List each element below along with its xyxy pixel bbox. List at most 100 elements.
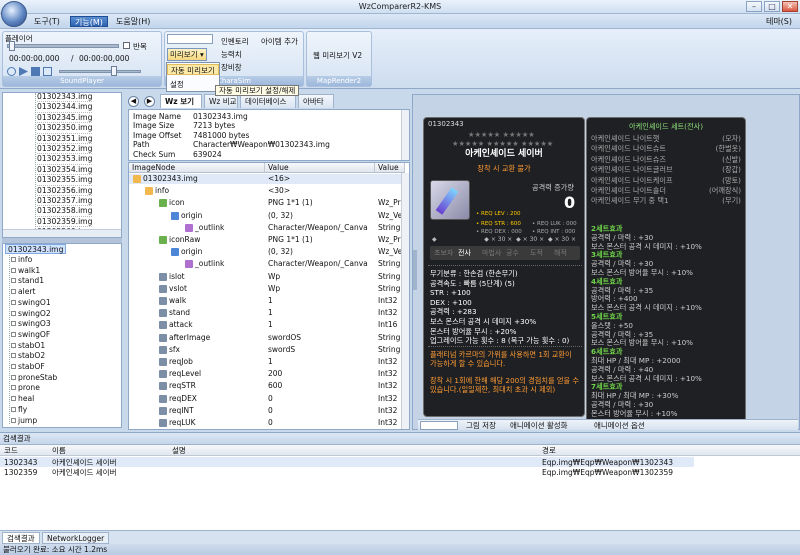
file-list-item[interactable]: 01302355.img: [37, 174, 93, 184]
file-list-item[interactable]: 01302359.img: [37, 215, 93, 226]
file-list-item[interactable]: 01302352.img: [37, 143, 93, 153]
preview-splitter[interactable]: [413, 250, 417, 290]
grid-name[interactable]: vslot: [169, 284, 265, 294]
expand-icon[interactable]: [11, 417, 16, 423]
grid-name[interactable]: sfx: [169, 345, 265, 355]
expand-icon[interactable]: [11, 299, 16, 305]
expand-icon[interactable]: [11, 364, 16, 369]
tab-0[interactable]: Wz 보기: [160, 94, 202, 108]
preview-button[interactable]: 미리보기 ▾: [167, 48, 207, 61]
menu-help[interactable]: 도움말(H): [112, 16, 154, 27]
tree-root[interactable]: 01302343.img: [5, 244, 67, 254]
grid-name[interactable]: iconRaw: [169, 235, 265, 245]
tab-3[interactable]: 아바타: [298, 94, 334, 108]
anim-options-button[interactable]: 애니메이션 옵션: [594, 420, 645, 431]
results-col-3[interactable]: 경로: [542, 446, 556, 456]
file-list-item[interactable]: 01302350.img: [37, 122, 93, 132]
results-cell[interactable]: 1302343: [4, 458, 37, 468]
back-icon[interactable]: ◀: [128, 96, 139, 107]
grid-name[interactable]: _outlink: [195, 259, 265, 269]
app-orb-button[interactable]: [1, 1, 27, 27]
tab-2[interactable]: 데이터베이스: [240, 94, 296, 108]
tab-1[interactable]: Wz 비교: [204, 94, 238, 108]
grid-name[interactable]: reqSTR: [169, 381, 265, 391]
tree-node[interactable]: proneStab: [11, 373, 57, 383]
grid-name[interactable]: reqLUK: [169, 418, 265, 428]
grid-name[interactable]: stand: [169, 308, 265, 318]
grid-name[interactable]: reqDEX: [169, 394, 265, 404]
expand-icon[interactable]: [11, 257, 16, 262]
expand-icon[interactable]: [11, 374, 16, 380]
grid-header-0[interactable]: ImageNode: [129, 163, 265, 173]
bottom-tab-networklogger[interactable]: NetworkLogger: [42, 532, 110, 544]
volume-thumb[interactable]: [111, 66, 117, 76]
expand-icon[interactable]: [11, 278, 16, 284]
tree-node[interactable]: stand1: [11, 276, 44, 286]
file-list-item[interactable]: 01302353.img: [37, 153, 93, 163]
results-col-2[interactable]: 설명: [172, 446, 186, 456]
stop-icon[interactable]: [31, 67, 40, 76]
results-cell[interactable]: 1302359: [4, 468, 37, 478]
file-list-item[interactable]: 01302356.img: [37, 184, 93, 195]
grid-name[interactable]: afterImage: [169, 333, 265, 343]
stat-button[interactable]: 능력치: [221, 49, 242, 60]
grid-name[interactable]: reqLevel: [169, 369, 265, 379]
folder-icon[interactable]: [43, 67, 52, 76]
file-list-item[interactable]: 01302351.img: [37, 132, 93, 143]
tree-node[interactable]: heal: [11, 394, 34, 404]
bottom-tab-results[interactable]: 검색결과: [2, 532, 40, 544]
results-cell[interactable]: 아케인셰이드 세이버: [52, 468, 116, 478]
tree-node[interactable]: swingOF: [11, 330, 50, 340]
file-list-item[interactable]: 01302357.img: [37, 195, 93, 205]
tree-node[interactable]: info: [11, 255, 32, 265]
grid-name[interactable]: icon: [169, 198, 265, 208]
file-list-item[interactable]: 01302344.img: [37, 101, 93, 111]
anim-active-toggle[interactable]: 애니메이션 활성화: [510, 420, 568, 431]
seek-thumb[interactable]: [9, 41, 15, 51]
maximize-button[interactable]: □: [764, 1, 780, 12]
grid-name[interactable]: attack: [169, 320, 265, 330]
results-cell[interactable]: 아케인셰이드 세이버: [52, 458, 116, 468]
grid-header-1[interactable]: Value: [265, 163, 375, 173]
repeat-checkbox[interactable]: [123, 42, 130, 49]
grid-name[interactable]: origin: [181, 247, 265, 257]
close-button[interactable]: ✕: [782, 1, 798, 12]
tree-node[interactable]: prone: [11, 383, 40, 393]
expand-icon[interactable]: [11, 406, 16, 412]
tree-node[interactable]: stabO1: [11, 341, 45, 351]
expand-icon[interactable]: [11, 289, 16, 295]
expand-icon[interactable]: [11, 310, 16, 316]
expand-icon[interactable]: [11, 267, 16, 273]
expand-icon[interactable]: [11, 342, 16, 348]
results-col-0[interactable]: 코드: [4, 446, 18, 456]
menu-function[interactable]: 기능(M): [70, 16, 108, 27]
webpreview-button[interactable]: 웹 미리보기 V2: [313, 50, 362, 61]
grid-vscroll[interactable]: [401, 173, 409, 429]
grid-name[interactable]: islot: [169, 272, 265, 282]
grid-name[interactable]: 01302343.img: [143, 174, 265, 184]
tree-node[interactable]: jump: [11, 416, 37, 426]
expand-icon[interactable]: [11, 396, 16, 402]
settings-icon[interactable]: [7, 67, 16, 76]
expand-icon[interactable]: [11, 385, 16, 391]
forward-icon[interactable]: ▶: [144, 96, 155, 107]
grid-name[interactable]: reqJob: [169, 357, 265, 367]
save-image-button[interactable]: 그림 저장: [466, 420, 496, 431]
grid-name[interactable]: _outlink: [195, 223, 265, 233]
tree-node[interactable]: swingO2: [11, 309, 51, 319]
expand-icon[interactable]: [11, 353, 16, 359]
menu-theme[interactable]: 테마(S): [762, 16, 796, 27]
tree-node[interactable]: walk1: [11, 266, 40, 276]
info-vscroll[interactable]: [401, 110, 409, 160]
expand-icon[interactable]: [11, 321, 16, 327]
item-add-button[interactable]: 아이템 추가: [261, 36, 298, 47]
file-list-item[interactable]: 01302354.img: [37, 163, 93, 174]
tree-node[interactable]: fly: [11, 405, 27, 415]
tree-node[interactable]: stabOF: [11, 362, 45, 372]
tree-node[interactable]: stabO2: [11, 351, 45, 361]
grid-name[interactable]: walk: [169, 296, 265, 306]
tree-node[interactable]: swingO1: [11, 298, 51, 308]
file-list-item[interactable]: 01302345.img: [37, 111, 93, 122]
file-list-item[interactable]: 01302358.img: [37, 205, 93, 215]
results-col-1[interactable]: 이름: [52, 446, 66, 456]
